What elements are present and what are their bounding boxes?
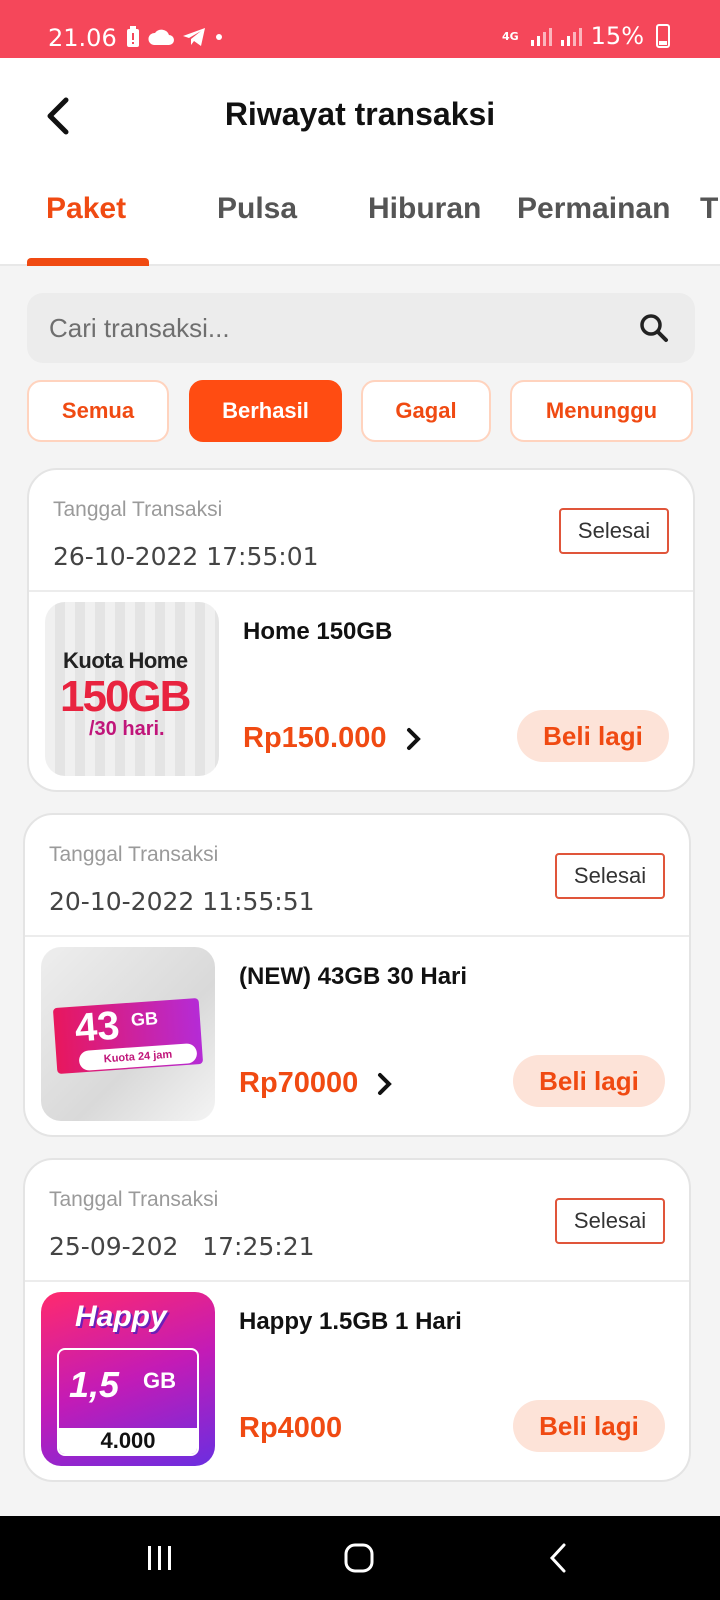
dot-icon [216,34,222,40]
tab-paket[interactable]: Paket [46,192,126,226]
price-link[interactable]: Rp70000 [239,1067,394,1100]
product-name: Home 150GB [243,618,393,645]
status-badge: Selesai [555,1198,665,1244]
transaction-card[interactable]: Tanggal Transaksi 25-09-202 17:25:21 Sel… [23,1158,691,1482]
product-price: Rp150.000 [243,722,387,754]
status-time: 21.06 [48,24,117,52]
search-bar [27,293,695,363]
image-text: Kuota Home [63,648,188,673]
tab-pulsa[interactable]: Pulsa [217,192,297,226]
home-button[interactable] [340,1540,380,1576]
app-header: Riwayat transaksi [0,58,720,168]
price-link[interactable]: Rp4000 [239,1412,342,1445]
transaction-card[interactable]: Tanggal Transaksi 26-10-2022 17:55:01 Se… [27,468,695,792]
image-text: 4.000 [59,1428,197,1454]
search-icon[interactable] [639,313,669,343]
notification-icons [126,26,224,48]
image-text: /30 hari. [89,718,165,740]
date-label: Tanggal Transaksi [53,498,223,521]
divider [29,590,693,592]
status-bar: 21.06 4G 15% [0,0,720,58]
system-status: 4G 15% [502,22,670,50]
tab-permainan[interactable]: Permainan [517,192,670,226]
divider [25,935,689,937]
date-label: Tanggal Transaksi [49,1188,219,1211]
buy-again-button[interactable]: Beli lagi [517,710,669,762]
chevron-right-icon [378,1072,393,1095]
telegram-icon [183,28,205,46]
image-text: 43 [73,1003,121,1051]
cloud-icon [148,29,174,45]
product-image: 43 GB Kuota 24 jam [41,947,215,1121]
product-price: Rp70000 [239,1067,359,1099]
status-badge: Selesai [559,508,669,554]
filter-semua[interactable]: Semua [27,380,169,442]
image-text: 1,5 [69,1364,120,1405]
buy-again-button[interactable]: Beli lagi [513,1055,665,1107]
filter-menunggu[interactable]: Menunggu [510,380,693,442]
status-badge: Selesai [555,853,665,899]
tab-hiburan[interactable]: Hiburan [368,192,481,226]
transaction-date: 26-10-2022 17:55:01 [53,542,319,571]
signal-icon [530,28,552,46]
search-input[interactable] [49,293,609,363]
product-price: Rp4000 [239,1412,343,1444]
product-image: Happy 1,5 GB 4.000 [41,1292,215,1466]
back-nav-button[interactable] [542,1540,582,1576]
category-tabs: Paket Pulsa Hiburan Permainan T [0,168,720,266]
battery-icon [656,24,670,48]
image-text: Happy [75,1300,167,1333]
home-icon [344,1543,374,1573]
recent-apps-button[interactable] [140,1540,180,1576]
filter-berhasil[interactable]: Berhasil [189,380,342,442]
battery-alert-icon [127,26,139,47]
battery-percent: 15% [590,22,644,50]
transaction-card[interactable]: Tanggal Transaksi 20-10-2022 11:55:51 Se… [23,813,691,1137]
system-nav-bar [0,1516,720,1600]
transaction-date: 25-09-202 17:25:21 [49,1232,315,1261]
signal-icon [560,28,582,46]
filter-gagal[interactable]: Gagal [361,380,491,442]
image-text: 150GB [60,672,191,721]
price-link[interactable]: Rp150.000 [243,722,423,755]
buy-again-button[interactable]: Beli lagi [513,1400,665,1452]
product-image: Kuota Home 150GB /30 hari. [45,602,219,776]
recent-apps-icon [148,1546,171,1570]
date-label: Tanggal Transaksi [49,843,219,866]
page-title: Riwayat transaksi [224,96,496,132]
active-tab-indicator [27,258,149,266]
product-name: Happy 1.5GB 1 Hari [239,1308,462,1335]
transaction-date: 20-10-2022 11:55:51 [49,887,315,916]
network-type: 4G [501,29,519,43]
back-icon [549,1543,566,1573]
chevron-right-icon [406,727,421,750]
image-text: GB [143,1368,176,1393]
tab-truncated[interactable]: T [700,192,718,226]
image-text: GB [130,1008,159,1030]
product-name: (NEW) 43GB 30 Hari [239,963,468,990]
divider [25,1280,689,1282]
